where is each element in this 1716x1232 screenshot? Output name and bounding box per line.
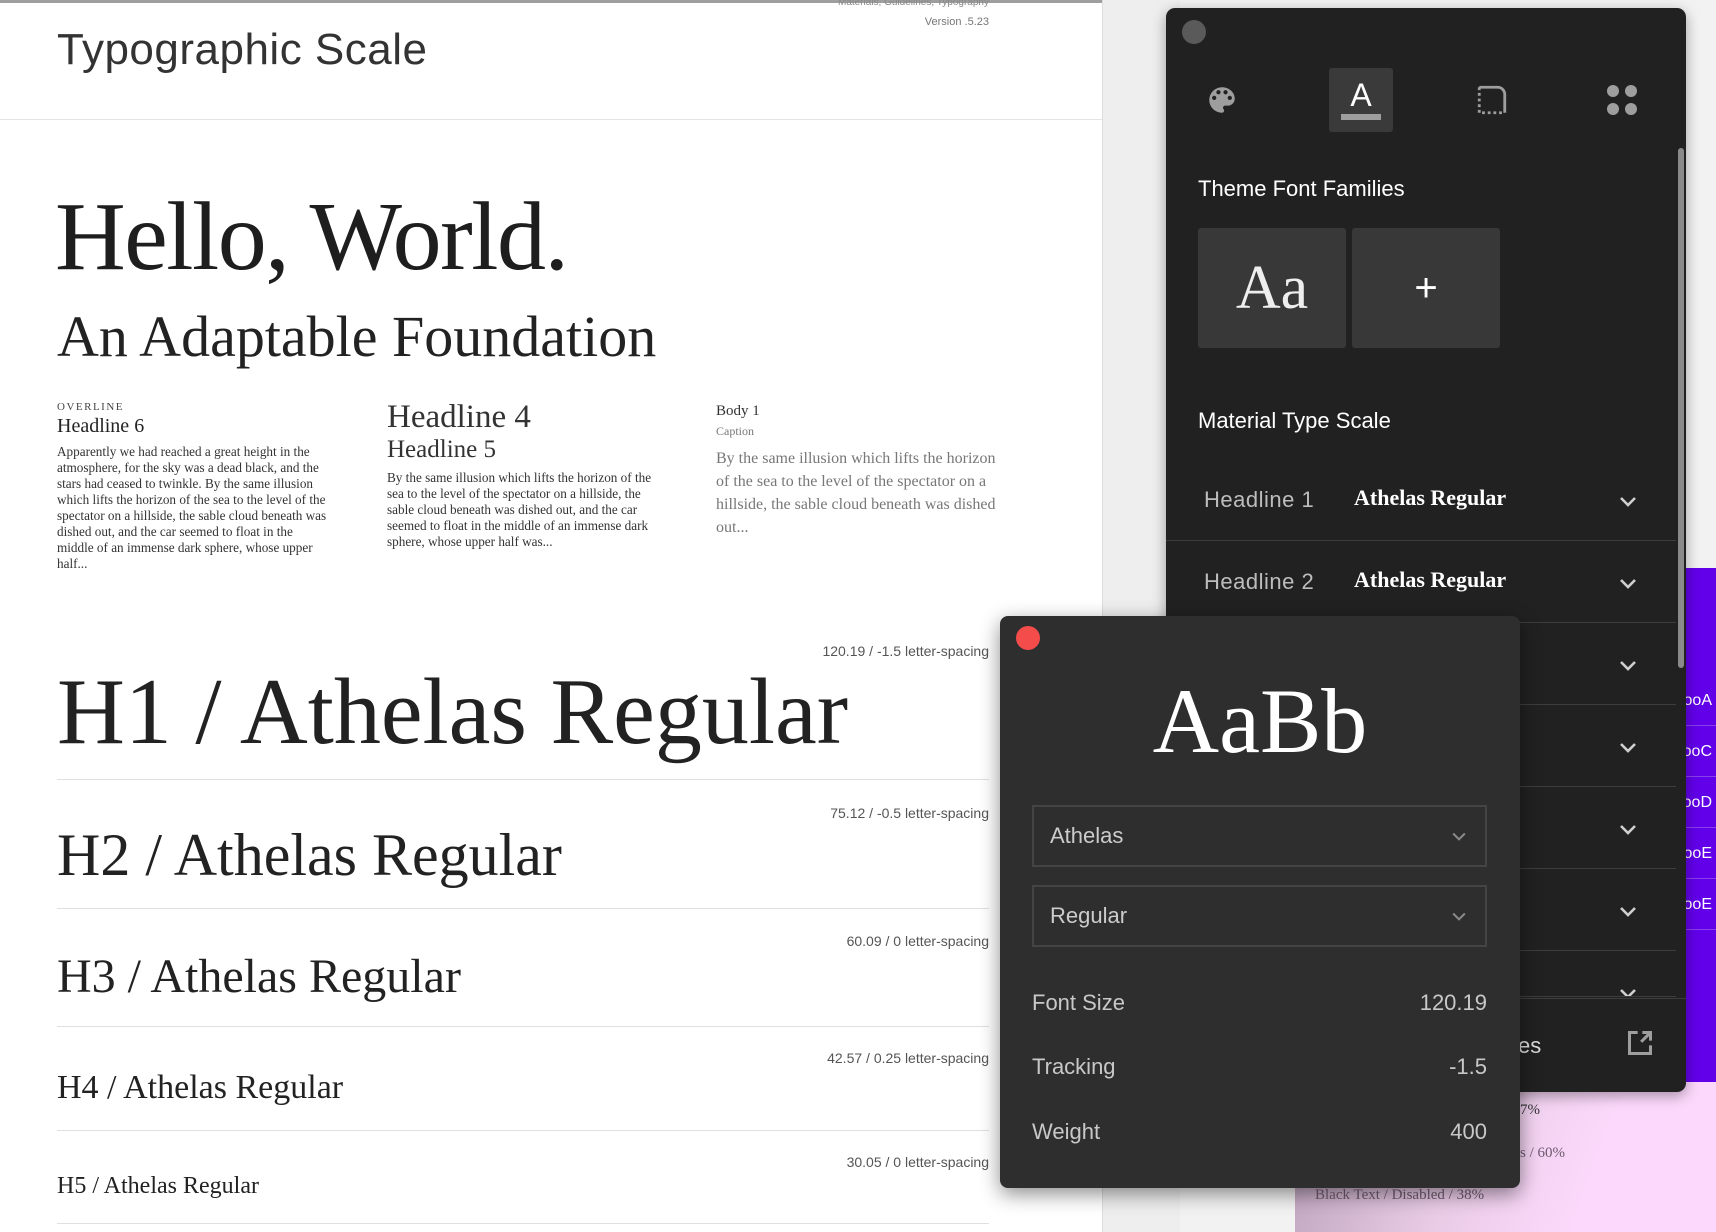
overline-sample: OVERLINE [57,401,124,413]
typography-document: Materials, Guidelines, Typography Versio… [0,0,1102,1232]
font-family-select[interactable]: Athelas [1032,805,1487,867]
font-style-select[interactable]: Regular [1032,885,1487,947]
prop-value[interactable]: 120.19 [1420,990,1487,1016]
swatch-label: 7% [1520,1102,1540,1118]
body1-sample: Body 1 [716,403,760,419]
font-preview: AaBb [1152,670,1368,772]
subhero-text: An Adaptable Foundation [57,304,657,369]
scrollbar-thumb[interactable] [1678,148,1684,668]
font-style-value: Regular [1050,903,1128,928]
theme-font-families-title: Theme Font Families [1198,176,1405,201]
prop-value[interactable]: -1.5 [1449,1054,1487,1080]
font-family-value: Athelas [1050,823,1124,848]
divider [57,908,989,909]
h2-sample: H2 / Athelas Regular [57,822,562,888]
row-label: Headline 2 [1204,569,1315,594]
sample-column-1: OVERLINE Headline 6 Apparently we had re… [57,401,332,572]
h5-sample: H5 / Athelas Regular [57,1173,259,1199]
row-value: Athelas Regular [1354,567,1507,592]
version-label: Version .5.23 [924,16,989,28]
row-value: Athelas Regular [1354,485,1507,510]
divider [57,1026,989,1027]
font-card-label: Aa [1235,253,1309,322]
body-sample: By the same illusion which lifts the hor… [387,470,652,549]
headline5-sample: Headline 5 [387,436,496,463]
sample-column-3: Body 1 Caption By the same illusion whic… [716,403,996,539]
prop-value[interactable]: 400 [1450,1119,1487,1145]
h1-spec: 120.19 / -1.5 letter-spacing [822,643,989,659]
tracking-field[interactable]: Tracking -1.5 [1032,1054,1487,1080]
weight-field[interactable]: Weight 400 [1032,1119,1487,1145]
tab-color[interactable] [1190,68,1254,132]
tab-shape[interactable] [1460,68,1524,132]
footer-label: es [1518,1033,1542,1058]
shape-corner-icon [1477,85,1507,115]
tab-typography[interactable]: A [1329,68,1393,132]
divider [57,1223,989,1224]
window-close-button[interactable] [1182,20,1206,44]
chevron-down-icon [1452,912,1466,921]
popup-close-button[interactable] [1016,626,1040,650]
h5-spec: 30.05 / 0 letter-spacing [846,1154,989,1170]
header-divider [0,119,1102,120]
font-size-field[interactable]: Font Size 120.19 [1032,990,1487,1016]
type-scale-row-headline1[interactable]: Headline 1 Athelas Regular [1166,459,1676,541]
add-font-family-button[interactable]: + [1352,228,1500,348]
breadcrumb: Materials, Guidelines, Typography [837,0,989,8]
h3-spec: 60.09 / 0 letter-spacing [846,933,989,949]
sample-column-2: Headline 4 Headline 5 By the same illusi… [387,399,662,550]
chevron-down-icon [1620,497,1636,507]
text-format-glyph: A [1350,77,1372,113]
prop-label: Weight [1032,1119,1101,1144]
body2-sample: Apparently we had reached a great height… [57,444,327,571]
h2-spec: 75.12 / -0.5 letter-spacing [830,805,989,821]
chevron-down-icon [1620,579,1636,589]
chevron-down-icon [1620,743,1636,753]
external-link-icon[interactable] [1626,1029,1654,1057]
prop-label: Font Size [1032,990,1125,1015]
prop-label: Tracking [1032,1054,1116,1079]
page-title: Typographic Scale [57,25,428,74]
h3-sample: H3 / Athelas Regular [57,950,461,1003]
h1-sample: H1 / Athelas Regular [57,660,849,764]
plus-icon: + [1414,265,1438,310]
font-family-card[interactable]: Aa [1198,228,1346,348]
chevron-down-icon [1452,832,1466,841]
swatch-label: s / 60% [1520,1145,1565,1161]
chevron-down-icon [1620,825,1636,835]
swatch-label: Black Text / Disabled / 38% [1315,1187,1485,1203]
text-format-icon: A [1341,77,1381,120]
type-scale-row-headline2[interactable]: Headline 2 Athelas Regular [1166,541,1676,623]
row-label: Headline 1 [1204,487,1315,512]
hero-text: Hello, World. [55,183,569,291]
h4-spec: 42.57 / 0.25 letter-spacing [827,1050,989,1066]
headline4-sample: Headline 4 [387,399,531,435]
divider [57,1130,989,1131]
chevron-down-icon [1620,661,1636,671]
divider [57,779,989,780]
chevron-down-icon [1620,907,1636,917]
palette-icon [1209,87,1235,113]
font-style-popup: AaBb Athelas Regular Font Size 120.19 Tra… [1000,616,1520,1188]
headline6-sample: Headline 6 [57,415,145,437]
material-type-scale-title: Material Type Scale [1198,408,1391,433]
caption-sample: Caption [716,424,754,438]
tab-components[interactable] [1590,68,1654,132]
h4-sample: H4 / Athelas Regular [57,1069,344,1106]
components-icon [1607,85,1637,115]
body1-text: By the same illusion which lifts the hor… [716,450,996,536]
chevron-down-icon [1620,989,1636,996]
